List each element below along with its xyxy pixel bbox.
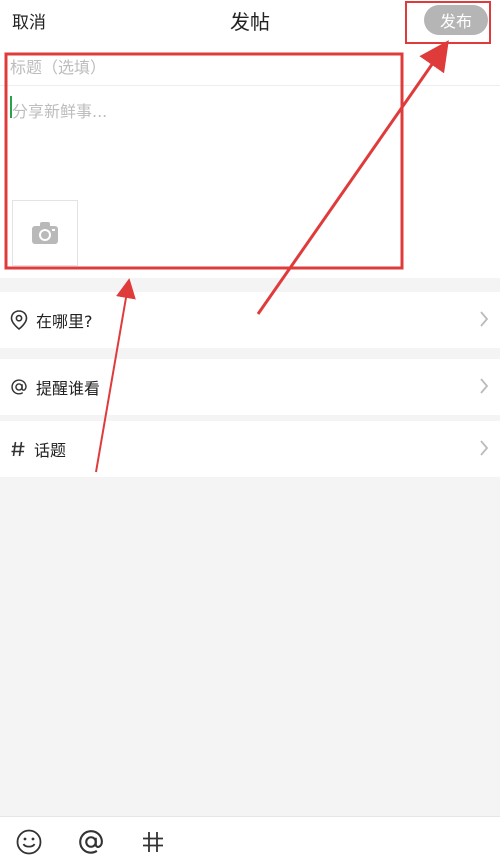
topic-row[interactable]: 话题 [0,421,500,477]
mention-row[interactable]: 提醒谁看 [0,359,500,415]
camera-icon [32,222,58,244]
location-row[interactable]: 在哪里? [0,292,500,348]
emoji-icon [16,829,42,855]
text-cursor [10,96,12,118]
chevron-right-icon [480,378,489,394]
post-editor-screen: 取消 发帖 发布 标题（选填） 分享新鲜事... 在哪里? 提醒谁看 话题 [0,0,500,864]
publish-button[interactable]: 发布 [424,5,488,35]
hashtag-icon [11,441,25,457]
location-pin-icon [10,310,28,330]
emoji-button[interactable] [12,825,46,859]
add-photo-button[interactable] [12,200,78,266]
publish-button-label: 发布 [439,12,472,31]
mention-button[interactable] [74,825,108,859]
header-bar: 取消 发帖 发布 [0,0,500,40]
post-editor: 标题（选填） 分享新鲜事... [0,40,500,278]
hashtag-icon [143,832,163,852]
location-label: 在哪里? [36,312,93,331]
at-icon [11,379,27,395]
bottom-toolbar [0,816,500,864]
content-input[interactable]: 分享新鲜事... [0,86,500,198]
title-input[interactable]: 标题（选填） [0,40,500,86]
hashtag-button[interactable] [136,825,170,859]
chevron-right-icon [480,440,489,456]
topic-label: 话题 [34,441,67,460]
mention-label: 提醒谁看 [36,379,101,398]
at-icon [79,830,103,854]
chevron-right-icon [480,311,489,327]
